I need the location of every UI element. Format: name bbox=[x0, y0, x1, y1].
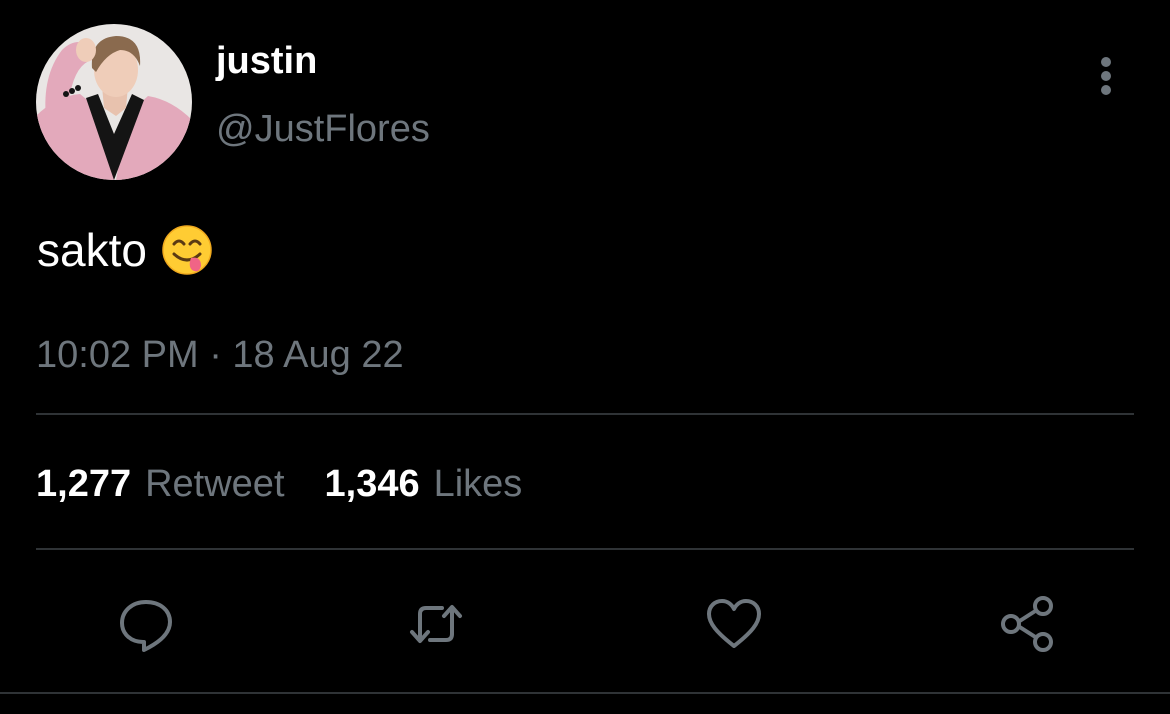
likes-stat[interactable]: 1,346 Likes bbox=[325, 458, 523, 510]
retweets-count: 1,277 bbox=[36, 463, 132, 505]
likes-count: 1,346 bbox=[324, 463, 420, 505]
more-vertical-icon[interactable] bbox=[1088, 52, 1124, 100]
tweet-body: sakto bbox=[37, 220, 213, 280]
tweet-stats: 1,277 Retweet 1,346 Likes bbox=[36, 458, 522, 510]
share-icon[interactable] bbox=[998, 594, 1058, 654]
retweets-stat[interactable]: 1,277 Retweet bbox=[36, 458, 285, 510]
like-icon[interactable] bbox=[704, 594, 764, 654]
tweet-timestamp[interactable]: 10:02 PM · 18 Aug 22 bbox=[36, 330, 404, 380]
avatar[interactable] bbox=[36, 24, 192, 180]
face-savoring-food-icon bbox=[161, 224, 213, 276]
divider bbox=[36, 548, 1134, 550]
retweets-label: Retweet bbox=[145, 463, 285, 505]
divider bbox=[36, 413, 1134, 415]
tweet-detail: justin @JustFlores sakto 10:02 PM · 18 A… bbox=[0, 0, 1170, 714]
tweet-text: sakto bbox=[37, 224, 147, 276]
retweet-icon[interactable] bbox=[406, 594, 466, 654]
divider bbox=[0, 692, 1170, 694]
display-name[interactable]: justin bbox=[216, 36, 317, 86]
reply-icon[interactable] bbox=[116, 594, 176, 654]
user-handle[interactable]: @JustFlores bbox=[216, 104, 430, 154]
likes-label: Likes bbox=[433, 463, 523, 505]
avatar-photo bbox=[36, 24, 192, 180]
